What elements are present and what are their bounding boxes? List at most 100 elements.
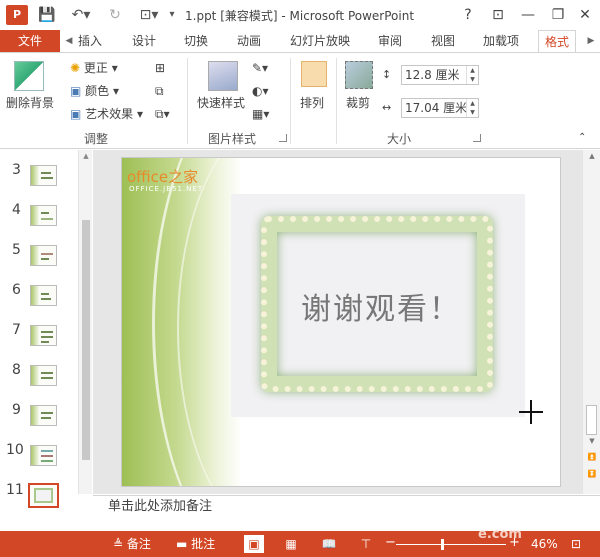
window-title: 1.ppt [兼容模式] - Microsoft PowerPoint xyxy=(185,9,415,23)
tab-animations[interactable]: 动画 xyxy=(237,30,261,52)
artistic-effects-button[interactable]: ▣ 艺术效果 ▾ xyxy=(70,106,143,122)
tab-format[interactable]: 格式 xyxy=(538,30,577,52)
powerpoint-app-icon[interactable]: P xyxy=(6,5,28,25)
shape-width-field[interactable]: 17.04 厘米 ▲ ▼ xyxy=(401,98,479,118)
slide-logo-subtitle: OFFICE.JB51.NET xyxy=(129,185,204,193)
slide-thumbnail[interactable] xyxy=(30,405,57,426)
width-icon: ↔ xyxy=(382,101,392,114)
slide-number: 4 xyxy=(12,202,21,218)
height-icon: ↕ xyxy=(382,68,392,81)
picture-layout-icon[interactable]: ▦▾ xyxy=(252,106,269,122)
normal-view-icon[interactable]: ▣ xyxy=(244,535,264,553)
tab-slideshow[interactable]: 幻灯片放映 xyxy=(290,30,350,52)
slide-thumbnail-selected[interactable] xyxy=(28,483,59,508)
tab-scroll-left-icon[interactable]: ◀ xyxy=(64,33,74,49)
width-spinner-icon[interactable]: ▲ ▼ xyxy=(466,99,478,117)
picture-effects-icon[interactable]: ◐▾ xyxy=(252,83,269,99)
remove-background-icon[interactable] xyxy=(14,61,44,91)
close-button[interactable]: ✕ xyxy=(574,4,596,26)
arrange-icon[interactable] xyxy=(301,61,327,87)
picture-border-icon[interactable]: ✎▾ xyxy=(252,60,268,76)
save-icon[interactable]: 💾 xyxy=(38,5,56,25)
next-slide-icon[interactable]: ⏬ xyxy=(586,470,598,480)
slide-number: 3 xyxy=(12,162,21,178)
slide-thumbnail[interactable] xyxy=(30,325,57,346)
reset-picture-icon[interactable]: ⧉▾ xyxy=(155,106,170,122)
previous-slide-icon[interactable]: ⏫ xyxy=(586,453,598,463)
arrange-button[interactable]: 排列 xyxy=(300,95,324,111)
undo-icon[interactable]: ↶▾ xyxy=(66,5,96,25)
change-picture-icon[interactable]: ⧉ xyxy=(155,83,164,99)
picture-styles-group-label: 图片样式 xyxy=(208,132,257,146)
scroll-down-icon[interactable]: ▼ xyxy=(586,437,598,447)
tab-file[interactable]: 文件 xyxy=(0,30,60,52)
scroll-up-icon[interactable]: ▲ xyxy=(586,152,598,162)
slide-thumbnail[interactable] xyxy=(30,205,57,226)
minimize-button[interactable]: — xyxy=(517,4,539,26)
tab-transitions[interactable]: 切换 xyxy=(184,30,208,52)
shape-height-field[interactable]: 12.8 厘米 ▲ ▼ xyxy=(401,65,479,85)
quick-styles-button[interactable]: 快速样式 xyxy=(197,95,245,111)
slide-thumbnail[interactable] xyxy=(30,245,57,266)
tab-insert[interactable]: 插入 xyxy=(78,30,102,52)
customize-qat-icon[interactable]: ▾ xyxy=(166,5,178,25)
start-slideshow-icon[interactable]: ⊡▾ xyxy=(134,5,164,25)
redo-icon[interactable]: ↻ xyxy=(106,5,124,25)
artistic-effects-icon: ▣ xyxy=(70,107,82,121)
comments-toggle-label: 批注 xyxy=(191,537,216,551)
sun-icon: ✺ xyxy=(70,61,81,75)
slide-number: 7 xyxy=(12,322,21,338)
zoom-slider-handle[interactable] xyxy=(441,539,444,550)
picture-styles-launcher-icon[interactable] xyxy=(279,134,287,142)
slide-number: 5 xyxy=(12,242,21,258)
collapse-ribbon-icon[interactable]: ⌃ xyxy=(578,130,586,146)
slide-sorter-view-icon[interactable]: ▦ xyxy=(281,535,301,553)
tab-design[interactable]: 设计 xyxy=(132,30,156,52)
size-launcher-icon[interactable] xyxy=(473,134,481,142)
comments-toggle-button[interactable]: ▬ 批注 xyxy=(176,536,215,552)
crosshair-cursor xyxy=(530,400,532,424)
slide-thumbnail[interactable] xyxy=(30,165,57,186)
scroll-up-icon[interactable]: ▲ xyxy=(80,152,92,162)
corrections-button[interactable]: ✺ 更正 ▾ xyxy=(70,60,118,76)
crop-button[interactable]: 裁剪 xyxy=(346,95,370,111)
height-spinner-icon[interactable]: ▲ ▼ xyxy=(466,66,478,84)
current-slide[interactable]: office之家 OFFICE.JB51.NET 谢谢观看！ xyxy=(121,157,561,487)
remove-background-button[interactable]: 删除背景 xyxy=(6,95,54,111)
slide-picture[interactable]: 谢谢观看！ xyxy=(231,194,525,417)
scrollbar-thumb[interactable] xyxy=(82,220,90,460)
group-divider xyxy=(187,58,188,144)
slide-thumbnail[interactable] xyxy=(30,445,57,466)
ribbon-display-options-icon[interactable]: ⊡ xyxy=(487,4,509,26)
slide-thumbnails-panel: 3 4 5 6 7 8 9 10 11 xyxy=(0,150,78,517)
scrollbar-thumb[interactable] xyxy=(586,405,597,435)
slideshow-view-icon[interactable]: ⊤ xyxy=(356,535,376,553)
reading-view-icon[interactable]: 📖 xyxy=(319,535,339,553)
ribbon-tabs: 文件 ◀ 插入 设计 切换 动画 幻灯片放映 审阅 视图 加载项 格式 ▶ xyxy=(0,30,600,52)
help-button[interactable]: ? xyxy=(457,4,479,26)
color-icon: ▣ xyxy=(70,84,82,98)
slide-number: 9 xyxy=(12,402,21,418)
notes-pane[interactable]: 单击此处添加备注 xyxy=(93,495,600,517)
fit-slide-to-window-icon[interactable]: ⊡ xyxy=(566,535,586,553)
thumbnails-scrollbar[interactable]: ▲ xyxy=(78,150,92,494)
zoom-out-button[interactable]: − xyxy=(385,535,396,551)
tab-view[interactable]: 视图 xyxy=(431,30,455,52)
tab-review[interactable]: 审阅 xyxy=(378,30,402,52)
slide-number: 10 xyxy=(6,442,24,458)
quick-styles-icon[interactable] xyxy=(208,61,238,91)
compress-pictures-icon[interactable]: ⊞ xyxy=(155,60,165,76)
slide-number: 8 xyxy=(12,362,21,378)
slide-number: 6 xyxy=(12,282,21,298)
restore-button[interactable]: ❐ xyxy=(547,4,569,26)
color-button[interactable]: ▣ 颜色 ▾ xyxy=(70,83,119,99)
crop-icon[interactable] xyxy=(345,61,373,89)
tab-addins[interactable]: 加载项 xyxy=(483,30,519,52)
slide-thumbnail[interactable] xyxy=(30,285,57,306)
slide-scrollbar[interactable]: ▲ ▼ ⏫ ⏬ xyxy=(582,150,600,494)
notes-toggle-button[interactable]: ≜ 备注 xyxy=(113,536,151,552)
slide-thumbnail[interactable] xyxy=(30,365,57,386)
tab-scroll-right-icon[interactable]: ▶ xyxy=(586,33,596,49)
zoom-slider[interactable] xyxy=(396,544,506,545)
zoom-level[interactable]: 46% xyxy=(531,536,558,552)
